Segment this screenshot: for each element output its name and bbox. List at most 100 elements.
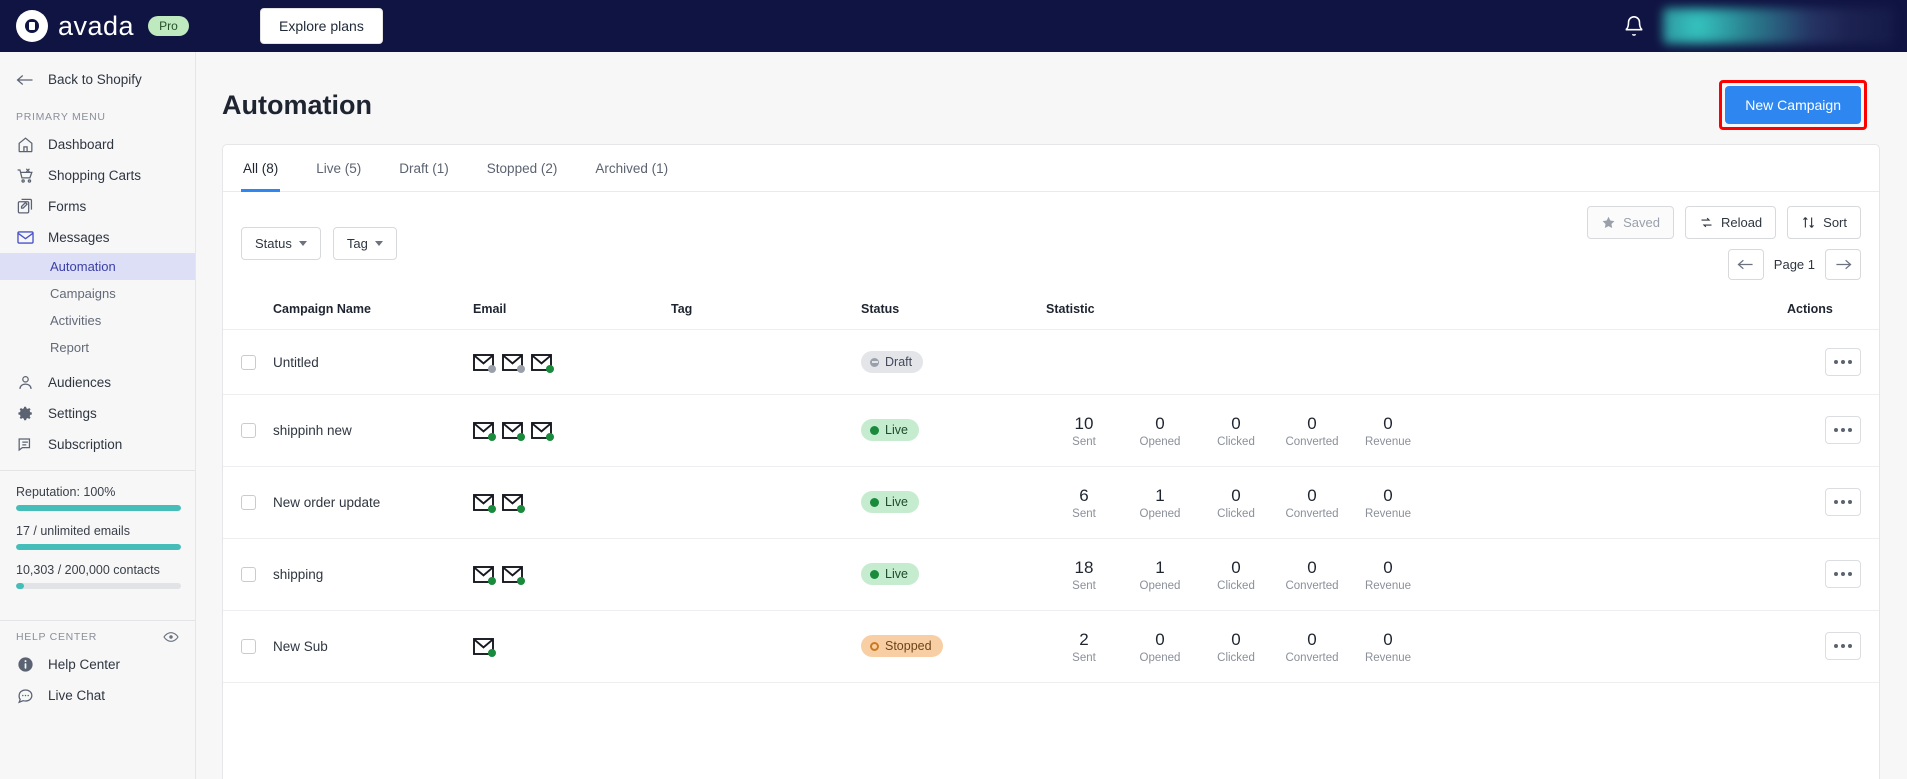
sidebar-item-automation[interactable]: Automation xyxy=(0,253,195,280)
table-row[interactable]: Untitled Draft xyxy=(223,329,1879,395)
stat-opened: 1 Opened xyxy=(1122,485,1198,520)
sidebar-item-help-center[interactable]: Help Center xyxy=(0,649,195,680)
row-checkbox[interactable] xyxy=(241,354,256,370)
sidebar-item-report[interactable]: Report xyxy=(0,334,195,361)
sidebar-item-activities[interactable]: Activities xyxy=(0,307,195,334)
stat-opened: 1 Opened xyxy=(1122,557,1198,592)
reload-icon xyxy=(1701,217,1712,228)
reload-button[interactable]: Reload xyxy=(1684,206,1777,239)
table-row[interactable]: shipping Live 18 Sent 1 Opened 0 Clicked 0 Conver… xyxy=(223,538,1879,611)
sidebar-subitem-label: Campaigns xyxy=(50,286,116,301)
table-row[interactable]: New order update Live 6 Sent 1 Opened 0 Clicked… xyxy=(223,466,1879,539)
sidebar-item-subscription[interactable]: Subscription xyxy=(0,429,195,460)
row-statistics: 18 Sent 1 Opened 0 Clicked 0 Converted 0 Revenue xyxy=(1046,557,1426,592)
sidebar-item-audiences[interactable]: Audiences xyxy=(0,367,195,398)
stat-label: Revenue xyxy=(1364,651,1412,664)
stat-label: Converted xyxy=(1285,507,1339,520)
brand-name: avada xyxy=(58,10,135,41)
toolbar-actions: Saved Reload Sort xyxy=(1587,206,1861,239)
chevron-down-icon xyxy=(374,240,383,246)
prev-page-button[interactable] xyxy=(1727,249,1764,280)
row-checkbox[interactable] xyxy=(241,566,256,582)
stat-value: 0 xyxy=(1383,485,1393,505)
sidebar-item-shopping-carts[interactable]: Shopping Carts xyxy=(0,160,195,191)
stat-revenue: 0 Revenue xyxy=(1350,629,1426,664)
sidebar-item-dashboard[interactable]: Dashboard xyxy=(0,129,195,160)
body-row: Back to Shopify PRIMARY MENU Dashboard S… xyxy=(0,52,1907,779)
tab-live[interactable]: Live (5) xyxy=(314,145,363,192)
stat-value: 0 xyxy=(1383,629,1393,649)
email-status-icon xyxy=(531,353,554,373)
row-statistics: 6 Sent 1 Opened 0 Clicked 0 Converted 0 Revenue xyxy=(1046,485,1426,520)
sidebar-item-campaigns[interactable]: Campaigns xyxy=(0,280,195,307)
status-tabs: All (8) Live (5) Draft (1) Stopped (2) A… xyxy=(223,145,1879,192)
row-actions-button[interactable] xyxy=(1825,560,1861,589)
stat-value: 0 xyxy=(1383,557,1393,577)
header-statistic: Statistic xyxy=(1046,286,1787,330)
app-root: avada Pro Explore plans Back to Shopify … xyxy=(0,0,1907,779)
sidebar-item-label: Shopping Carts xyxy=(48,168,142,183)
header-actions: Actions xyxy=(1787,286,1879,330)
stat-clicked: 0 Clicked xyxy=(1198,557,1274,592)
sidebar-item-messages[interactable]: Messages xyxy=(0,222,195,253)
arrow-right-icon xyxy=(1835,259,1852,270)
campaigns-table: Campaign Name Email Tag Status Statistic… xyxy=(223,286,1879,683)
reputation-meter: Reputation: 100% xyxy=(16,485,181,511)
emails-label: 17 / unlimited emails xyxy=(16,524,130,538)
row-actions-button[interactable] xyxy=(1825,488,1861,517)
stat-label: Clicked xyxy=(1217,579,1255,592)
status-badge: Live xyxy=(861,563,919,586)
stat-label: Converted xyxy=(1285,651,1339,664)
email-icons xyxy=(473,565,525,585)
tag-filter-button[interactable]: Tag xyxy=(332,226,397,260)
stat-label: Opened xyxy=(1139,651,1181,664)
table-row[interactable]: New Sub Stopped 2 Sent 0 Opened 0 Clicked 0 Conve… xyxy=(223,610,1879,683)
status-filter-button[interactable]: Status xyxy=(241,226,321,260)
row-actions-button[interactable] xyxy=(1825,348,1861,376)
status-dot-icon xyxy=(870,497,879,507)
tab-draft[interactable]: Draft (1) xyxy=(397,145,451,192)
tab-stopped[interactable]: Stopped (2) xyxy=(485,145,560,192)
row-checkbox[interactable] xyxy=(241,494,256,510)
row-checkbox[interactable] xyxy=(241,638,256,654)
stat-value: 0 xyxy=(1231,557,1241,577)
row-checkbox[interactable] xyxy=(241,422,256,438)
automation-card: All (8) Live (5) Draft (1) Stopped (2) A… xyxy=(222,144,1880,779)
stat-value: 1 xyxy=(1155,485,1165,505)
stat-label: Sent xyxy=(1072,579,1096,592)
status-badge: Stopped xyxy=(861,635,943,658)
row-actions-button[interactable] xyxy=(1825,632,1861,661)
contacts-label: 10,303 / 200,000 contacts xyxy=(16,563,160,577)
arrow-left-icon xyxy=(1737,259,1753,270)
eye-icon[interactable] xyxy=(163,629,179,645)
bell-icon[interactable] xyxy=(1623,15,1645,37)
sidebar-item-forms[interactable]: Forms xyxy=(0,191,195,222)
sort-button[interactable]: Sort xyxy=(1787,206,1861,239)
stat-label: Clicked xyxy=(1217,507,1255,520)
sidebar-item-settings[interactable]: Settings xyxy=(0,398,195,429)
email-status-icon xyxy=(502,493,525,513)
email-icons xyxy=(473,353,554,373)
usage-meters: Reputation: 100% 17 / unlimited emails 1… xyxy=(0,471,195,610)
tab-all[interactable]: All (8) xyxy=(241,145,281,192)
account-avatar[interactable] xyxy=(1663,8,1893,44)
sidebar-subitem-label: Activities xyxy=(50,313,102,328)
stat-label: Converted xyxy=(1285,579,1339,592)
saved-button[interactable]: Saved xyxy=(1587,206,1674,239)
star-icon xyxy=(1602,216,1615,228)
row-actions-button[interactable] xyxy=(1825,416,1861,445)
brand-logo[interactable]: avada Pro xyxy=(0,10,238,42)
next-page-button[interactable] xyxy=(1825,249,1861,280)
new-campaign-button[interactable]: New Campaign xyxy=(1725,86,1861,124)
sidebar-item-label: Help Center xyxy=(48,657,121,672)
explore-plans-button[interactable]: Explore plans xyxy=(260,8,383,44)
back-to-shopify-link[interactable]: Back to Shopify xyxy=(0,52,195,105)
reputation-track xyxy=(16,505,181,511)
sidebar-item-live-chat[interactable]: Live Chat xyxy=(0,680,195,711)
status-badge: Live xyxy=(861,419,919,442)
table-row[interactable]: shippinh new Live 10 Sent 0 Opened 0 Clicked 0 Co… xyxy=(223,394,1879,467)
sidebar-item-label: Settings xyxy=(48,406,97,421)
header-status: Status xyxy=(861,286,1046,330)
sidebar-item-label: Dashboard xyxy=(48,137,115,152)
tab-archived[interactable]: Archived (1) xyxy=(593,145,670,192)
